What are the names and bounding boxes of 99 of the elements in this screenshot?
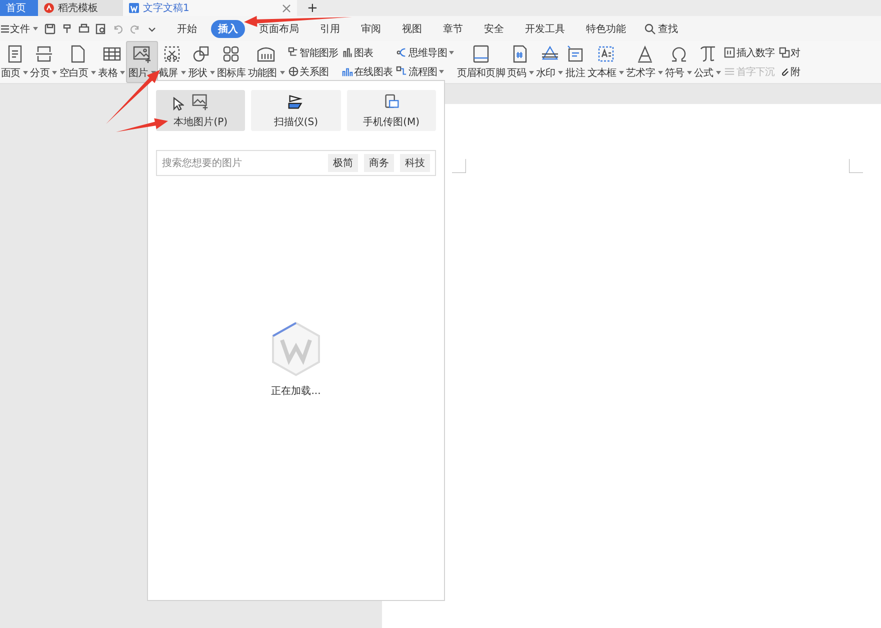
ribbon-button[interactable]: 对	[778, 46, 800, 60]
tag-chip[interactable]: 科技	[400, 154, 430, 172]
tab[interactable]: 稻壳模板	[38, 0, 123, 16]
ribbon-button[interactable]: 功能图	[246, 41, 286, 83]
menu-tab[interactable]: 开发工具	[518, 20, 572, 38]
menu-tab[interactable]: 安全	[477, 20, 511, 38]
source-button[interactable]: 手机传图(M)	[346, 90, 436, 131]
ribbon-button[interactable]: 公式	[693, 41, 722, 83]
page-break-icon	[34, 44, 54, 64]
menu-tab[interactable]: 章节	[436, 20, 470, 38]
caret-icon	[180, 71, 186, 75]
mind-map-icon	[396, 47, 408, 58]
menu-tab[interactable]: 引用	[313, 20, 347, 38]
ribbon-button[interactable]: 形状	[186, 41, 216, 83]
caret-icon	[658, 71, 663, 75]
flowchart-icon	[396, 66, 408, 77]
insert-number-icon	[724, 47, 736, 58]
smart-graphic-icon	[288, 47, 299, 58]
align-icon	[778, 47, 790, 58]
image-icon	[132, 44, 152, 64]
tab[interactable]: 首页	[0, 0, 38, 16]
bar-chart-icon	[342, 47, 354, 58]
ribbon-button[interactable]: 符号	[664, 41, 694, 83]
ribbon-button[interactable]: 图表	[342, 46, 392, 60]
ribbon-button[interactable]: 页眉和页脚	[456, 41, 506, 83]
printer-icon	[78, 22, 90, 34]
caret-icon	[439, 70, 444, 74]
ribbon-button[interactable]: 图标库	[216, 41, 247, 83]
menu-tab[interactable]: 审阅	[354, 20, 388, 38]
ribbon-button[interactable]: 分页	[29, 41, 58, 83]
ribbon-button[interactable]: 页码	[506, 41, 536, 83]
print-preview-icon	[95, 22, 107, 34]
online-chart-icon	[342, 66, 354, 77]
ribbon-button[interactable]: 关系图	[288, 64, 338, 78]
find-button[interactable]: 查找	[658, 22, 678, 36]
ribbon-button[interactable]: 思维导图	[396, 46, 454, 60]
close-icon	[282, 4, 291, 12]
ribbon-button[interactable]: 截屏	[158, 41, 187, 83]
shapes-icon	[191, 44, 212, 64]
caret-icon	[448, 50, 454, 54]
menu-tab[interactable]: 插入	[211, 20, 245, 38]
caret-icon	[687, 71, 692, 75]
template-logo-icon	[44, 3, 54, 13]
search-field[interactable]: 搜索您想要的图片 极简 商务 科技	[156, 150, 436, 176]
caret-icon	[52, 71, 58, 75]
document-logo-icon	[129, 3, 139, 13]
screenshot-icon	[162, 44, 182, 64]
loading-text: 正在加载...	[271, 384, 321, 398]
file-menu[interactable]: 文件	[10, 22, 30, 36]
ribbon-button[interactable]: 表格	[97, 41, 126, 83]
save-icon	[44, 22, 56, 34]
ribbon-button[interactable]: 文本框	[586, 41, 626, 83]
format-painter-icon	[61, 22, 73, 34]
menu-icon	[0, 24, 10, 34]
ribbon-button[interactable]: 附	[778, 64, 800, 78]
caret-icon	[280, 71, 285, 75]
caret-icon	[120, 71, 126, 75]
ribbon-button[interactable]: 流程图	[396, 64, 454, 78]
ribbon-button[interactable]: 艺术字	[625, 41, 664, 83]
menu-tab[interactable]: 页面布局	[252, 20, 306, 38]
caret-icon	[91, 71, 96, 75]
caret-icon	[33, 26, 38, 30]
header-footer-icon	[470, 44, 491, 64]
image-icon	[191, 92, 210, 112]
ribbon-button[interactable]: 在线图表	[342, 64, 392, 78]
caret-icon	[558, 71, 564, 75]
ribbon-button[interactable]: 水印	[535, 41, 564, 83]
search-icon	[644, 22, 656, 34]
redo-icon	[129, 22, 141, 34]
crop-mark-icon	[452, 159, 466, 173]
tag-chip[interactable]: 商务	[364, 154, 394, 172]
ribbon-button[interactable]: 图片	[126, 41, 158, 83]
ribbon-button[interactable]: 智能图形	[288, 46, 338, 60]
caret-icon	[23, 71, 28, 75]
icon-grid-icon	[221, 44, 242, 64]
source-button[interactable]: 扫描仪(S)	[251, 90, 341, 131]
menu-tab[interactable]: 视图	[395, 20, 429, 38]
comment-icon	[565, 44, 586, 64]
relation-diagram-icon	[288, 66, 299, 77]
menu-tab[interactable]: 开始	[170, 20, 204, 38]
menu-tab[interactable]: 特色功能	[579, 20, 633, 38]
tag-chip[interactable]: 极简	[328, 154, 358, 172]
crop-mark-icon	[849, 159, 863, 173]
ribbon-button[interactable]: 批注	[564, 41, 586, 83]
caret-icon	[619, 71, 624, 75]
new-tab-button[interactable]: +	[297, 0, 328, 16]
text-box-icon	[596, 44, 616, 64]
ribbon-button[interactable]: 面页	[0, 41, 30, 83]
caret-icon	[716, 71, 722, 75]
caret-icon	[529, 71, 534, 75]
drop-cap-icon	[724, 66, 736, 77]
caret-icon	[210, 71, 216, 75]
source-button[interactable]: 本地图片(P)	[156, 90, 246, 131]
cursor-icon	[173, 97, 184, 111]
tab[interactable]: 文字文稿1	[123, 0, 297, 16]
ribbon-button[interactable]: 插入数字	[724, 46, 775, 60]
pi-icon	[698, 44, 718, 64]
undo-icon	[112, 22, 124, 34]
ribbon-button[interactable]: 空白页	[58, 41, 98, 83]
